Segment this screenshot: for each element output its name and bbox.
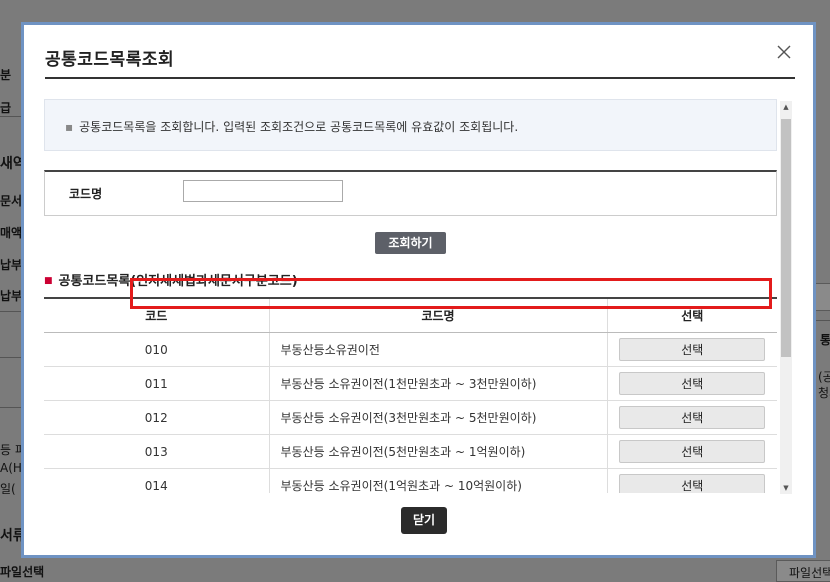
bg-divider <box>0 116 22 117</box>
select-button[interactable]: 선택 <box>619 406 766 429</box>
cell-code-name: 부동산등 소유권이전(1억원초과 ~ 10억원이하) <box>268 468 607 493</box>
bg-text: 납부 <box>0 289 23 303</box>
bg-divider <box>0 407 22 408</box>
code-name-input[interactable] <box>183 180 343 202</box>
cell-code: 012 <box>44 400 269 435</box>
cell-code-name: 부동산등소유권이전 <box>268 332 607 367</box>
bg-text: 매액 <box>0 226 23 240</box>
cell-code-name: 부동산등 소유권이전(5천만원초과 ~ 1억원이하) <box>268 434 607 469</box>
bg-text: 일( <box>0 482 16 496</box>
search-button[interactable]: 조회하기 <box>375 232 446 254</box>
bg-text: 급 <box>0 101 12 115</box>
cell-code-name: 부동산등 소유권이전(1천만원초과 ~ 3천만원이하) <box>268 366 607 401</box>
bg-text: 문서 <box>0 194 23 208</box>
bg-button: 파일선택 <box>776 560 830 582</box>
table-row: 010 부동산등소유권이전 선택 <box>44 332 777 367</box>
bg-text: (공 <box>818 370 830 384</box>
table-row: 012 부동산등 소유권이전(3천만원초과 ~ 5천만원이하) 선택 <box>44 400 777 435</box>
code-lookup-dialog: 공통코드목록조회 ▪ 공통코드목록을 조회합니다. 입력된 조회조건으로 공통코드… <box>21 22 816 558</box>
select-button[interactable]: 선택 <box>619 474 766 493</box>
bg-text: 파일선택 <box>0 565 45 579</box>
close-button[interactable]: 닫기 <box>401 507 447 534</box>
cell-code: 011 <box>44 366 269 401</box>
bg-text: 분 <box>0 68 12 82</box>
code-table: 코드 코드명 선택 010 부동산등소유권이전 선택 011 부동산등 소유권이… <box>44 297 777 493</box>
bullet-icon: ■ <box>44 276 53 286</box>
select-button[interactable]: 선택 <box>619 440 766 463</box>
bullet-icon: ▪ <box>65 120 74 134</box>
notice-text: 공통코드목록을 조회합니다. 입력된 조회조건으로 공통코드목록에 유효값이 조… <box>79 120 519 134</box>
bg-text: 통 <box>820 333 830 347</box>
select-button[interactable]: 선택 <box>619 338 766 361</box>
scroll-up-icon[interactable]: ▲ <box>780 101 792 113</box>
table-header-row: 코드 코드명 선택 <box>44 297 777 333</box>
column-header-code: 코드 <box>44 297 269 333</box>
column-header-select: 선택 <box>606 297 777 333</box>
column-header-code-name: 코드명 <box>268 297 607 333</box>
bg-divider <box>0 357 22 358</box>
close-icon[interactable] <box>775 43 793 61</box>
section-title-text: 공통코드목록(인지세세법과세문서구분코드) <box>58 274 298 289</box>
bg-text: 납부 <box>0 258 23 272</box>
vertical-scrollbar[interactable]: ▲ ▼ <box>780 101 792 494</box>
title-divider <box>45 77 795 79</box>
bg-box <box>815 283 830 311</box>
table-row: 014 부동산등 소유권이전(1억원초과 ~ 10억원이하) 선택 <box>44 468 777 493</box>
dialog-title: 공통코드목록조회 <box>45 50 175 70</box>
cell-code-name: 부동산등 소유권이전(3천만원초과 ~ 5천만원이하) <box>268 400 607 435</box>
bg-divider <box>0 311 22 312</box>
search-label: 코드명 <box>69 187 103 201</box>
table-row: 013 부동산등 소유권이전(5천만원초과 ~ 1억원이하) 선택 <box>44 434 777 469</box>
cell-code: 014 <box>44 468 269 493</box>
table-row: 011 부동산등 소유권이전(1천만원초과 ~ 3천만원이하) 선택 <box>44 366 777 401</box>
section-title: ■ 공통코드목록(인지세세법과세문서구분코드) <box>44 270 298 289</box>
search-form: 코드명 <box>44 170 777 216</box>
cell-code: 013 <box>44 434 269 469</box>
bg-text: 청서 <box>818 386 830 400</box>
info-notice: ▪ 공통코드목록을 조회합니다. 입력된 조회조건으로 공통코드목록에 유효값이 … <box>44 99 777 151</box>
bg-text: A(H <box>0 461 22 475</box>
select-button[interactable]: 선택 <box>619 372 766 395</box>
scroll-down-icon[interactable]: ▼ <box>780 482 792 494</box>
bg-divider <box>816 320 830 321</box>
cell-code: 010 <box>44 332 269 367</box>
dialog-scroll-content: ▪ 공통코드목록을 조회합니다. 입력된 조회조건으로 공통코드목록에 유효값이 … <box>44 99 797 493</box>
scrollbar-thumb[interactable] <box>781 119 791 357</box>
